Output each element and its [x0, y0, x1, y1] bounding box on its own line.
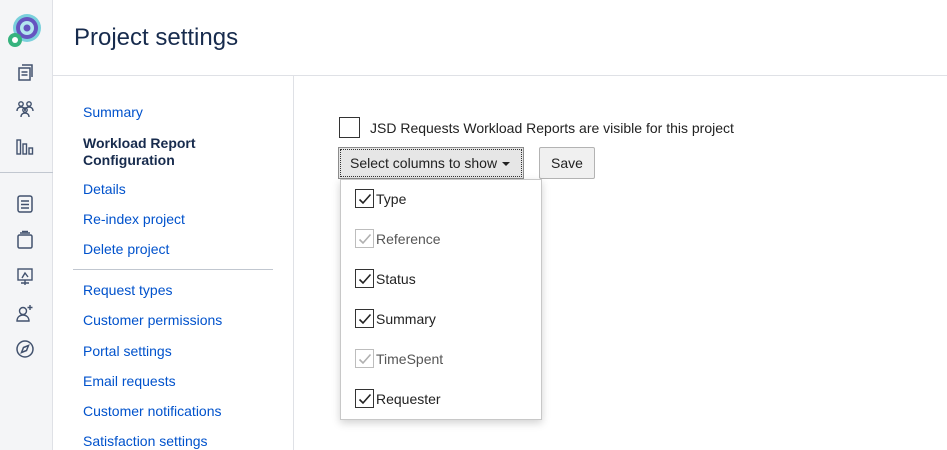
reports-icon[interactable]: [14, 136, 36, 158]
queues-icon[interactable]: [14, 62, 36, 84]
raise-request-icon[interactable]: [14, 229, 36, 251]
column-label: TimeSpent: [376, 350, 444, 367]
caret-down-icon: [502, 162, 511, 167]
nav-divider: [73, 269, 273, 270]
nav-customer-permissions[interactable]: Customer permissions: [83, 312, 222, 328]
nav-satisfaction-settings[interactable]: Satisfaction settings: [83, 433, 208, 449]
checkmark-icon: [358, 233, 371, 244]
column-label: Status: [376, 270, 416, 287]
rail-divider: [0, 172, 53, 173]
page-title: Project settings: [74, 24, 239, 51]
compass-icon[interactable]: [14, 338, 36, 360]
column-label: Requester: [376, 390, 441, 407]
knowledge-base-icon[interactable]: [14, 193, 36, 215]
column-checkbox[interactable]: [355, 389, 374, 408]
nav-customer-notifications[interactable]: Customer notifications: [83, 403, 222, 419]
column-checkbox: [355, 349, 374, 368]
visibility-setting: JSD Requests Workload Reports are visibl…: [339, 117, 734, 138]
checkmark-icon: [358, 193, 371, 204]
nav-email-requests[interactable]: Email requests: [83, 373, 176, 389]
column-checkbox[interactable]: [355, 309, 374, 328]
columns-dropdown: Type Reference Status Summary TimeSpent Reque…: [340, 179, 542, 420]
invite-team-icon[interactable]: [14, 302, 36, 324]
nav-summary[interactable]: Summary: [83, 104, 143, 120]
column-option: TimeSpent: [355, 349, 443, 368]
checkmark-icon: [358, 313, 371, 324]
visibility-label: JSD Requests Workload Reports are visibl…: [370, 119, 734, 136]
column-label: Summary: [376, 310, 436, 327]
column-checkbox: [355, 229, 374, 248]
select-columns-button[interactable]: Select columns to show: [338, 147, 524, 179]
nav-request-types[interactable]: Request types: [83, 282, 173, 298]
select-columns-label: Select columns to show: [350, 155, 498, 171]
left-rail: [0, 0, 53, 450]
project-avatar-logo[interactable]: [7, 12, 43, 48]
customers-icon[interactable]: [14, 98, 36, 120]
column-option[interactable]: Requester: [355, 389, 441, 408]
settings-sidebar: Summary Workload Report Configuration De…: [53, 76, 294, 450]
checkmark-icon: [358, 393, 371, 404]
nav-details[interactable]: Details: [83, 181, 126, 197]
nav-reindex-project[interactable]: Re-index project: [83, 211, 185, 227]
column-option: Reference: [355, 229, 441, 248]
column-option[interactable]: Status: [355, 269, 416, 288]
checkmark-icon: [358, 273, 371, 284]
column-label: Reference: [376, 230, 441, 247]
column-checkbox[interactable]: [355, 269, 374, 288]
nav-portal-settings[interactable]: Portal settings: [83, 343, 172, 359]
nav-workload-report-configuration[interactable]: Workload Report Configuration: [83, 135, 233, 169]
nav-delete-project[interactable]: Delete project: [83, 241, 169, 257]
column-label: Type: [376, 190, 407, 207]
checkmark-icon: [358, 353, 371, 364]
column-option[interactable]: Summary: [355, 309, 436, 328]
save-button[interactable]: Save: [539, 147, 595, 179]
channels-icon[interactable]: [14, 266, 36, 288]
column-checkbox[interactable]: [355, 189, 374, 208]
column-option[interactable]: Type: [355, 189, 406, 208]
visibility-checkbox[interactable]: [339, 117, 360, 138]
